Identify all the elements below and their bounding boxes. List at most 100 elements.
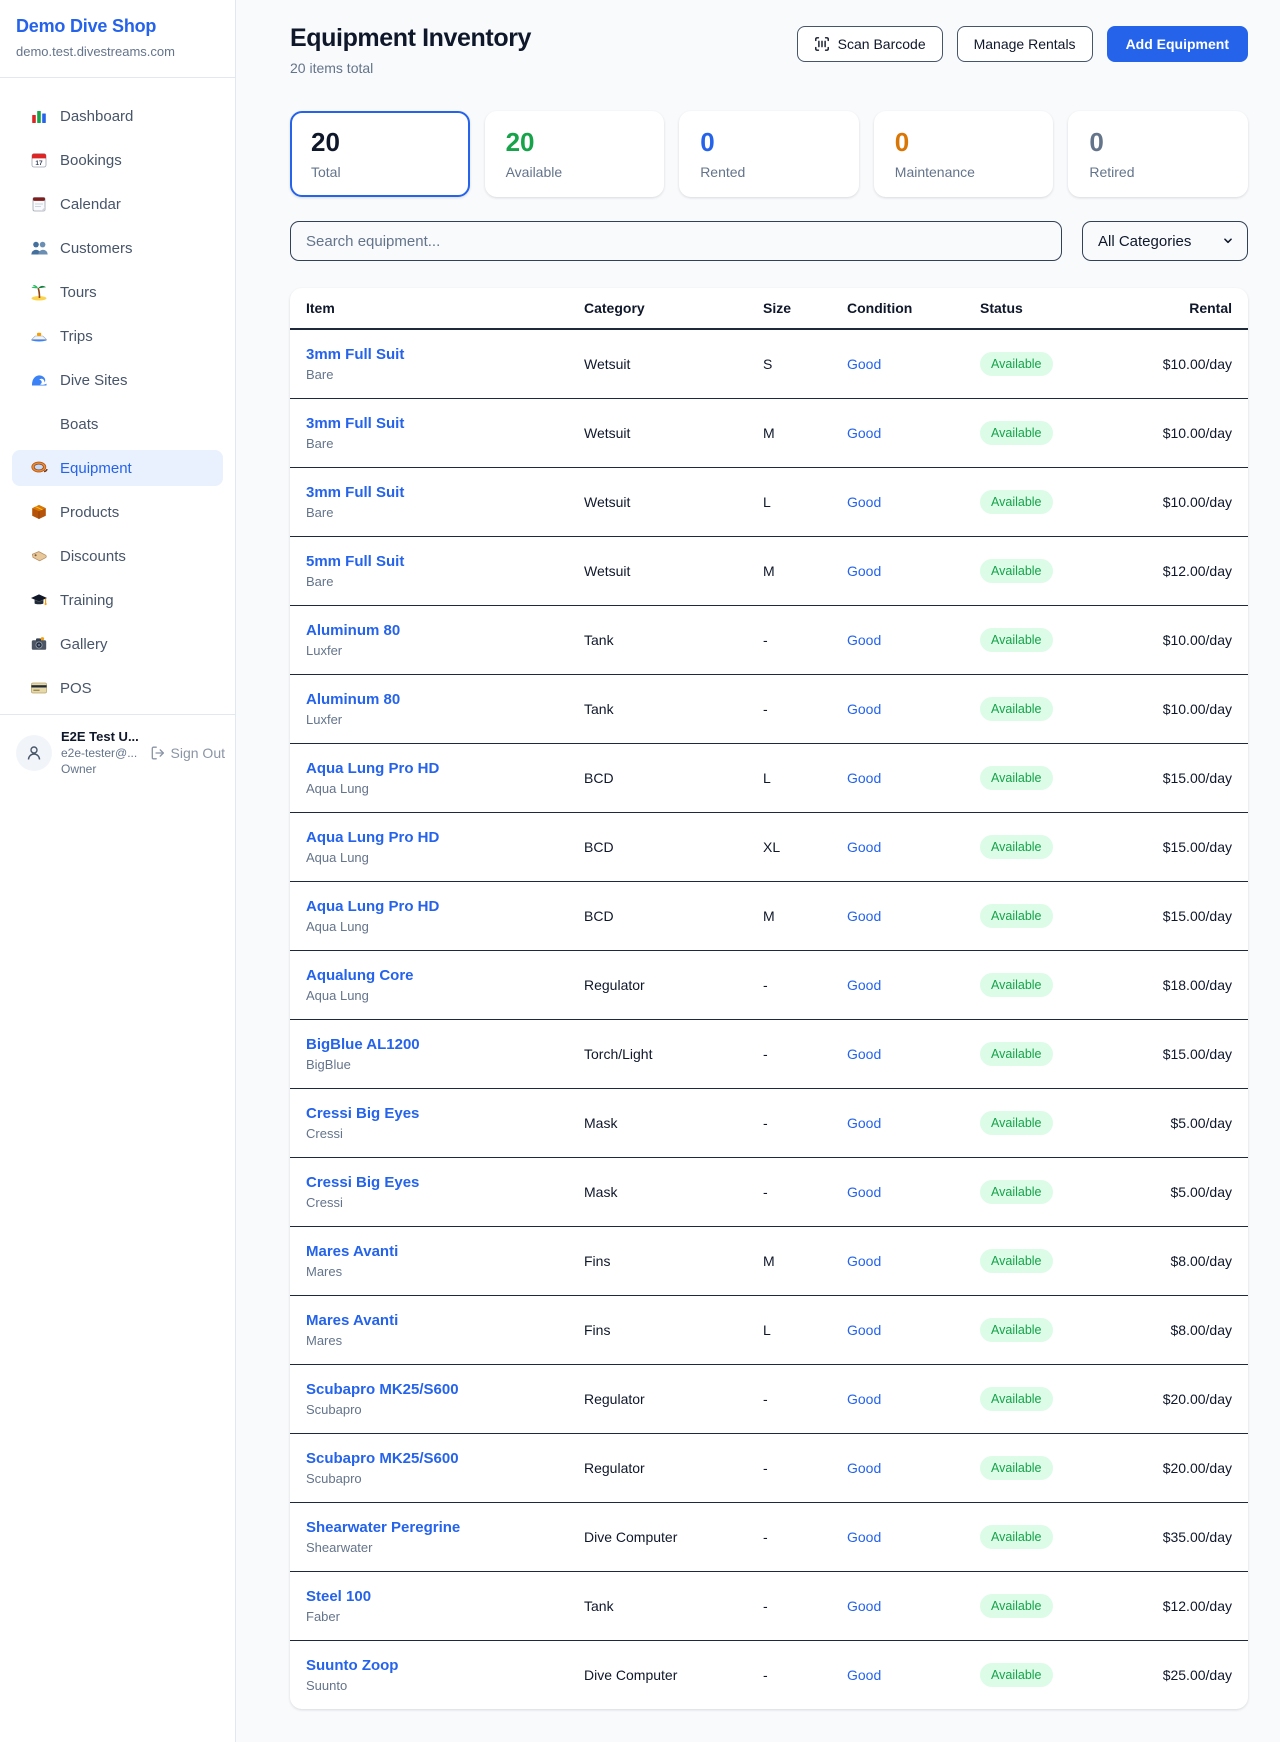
item-link[interactable]: 3mm Full Suit <box>306 346 404 363</box>
sidebar-item-trips[interactable]: Trips <box>12 318 223 354</box>
sidebar-item-boats[interactable]: Boats <box>12 406 223 442</box>
condition-cell: Good <box>847 1502 980 1571</box>
item-link[interactable]: Aqualung Core <box>306 967 414 984</box>
item-link[interactable]: 3mm Full Suit <box>306 484 404 501</box>
sidebar-item-calendar[interactable]: Calendar <box>12 186 223 222</box>
item-link[interactable]: Scubapro MK25/S600 <box>306 1381 459 1398</box>
user-section: E2E Test U... e2e-tester@... Owner Sign … <box>0 714 235 776</box>
sidebar-item-equipment[interactable]: Equipment <box>12 450 223 486</box>
condition-link[interactable]: Good <box>847 1184 881 1200</box>
condition-link[interactable]: Good <box>847 770 881 786</box>
stat-card-maintenance[interactable]: 0Maintenance <box>874 111 1054 197</box>
item-brand: Scubapro <box>306 1471 584 1486</box>
sidebar-item-label: Dashboard <box>60 108 133 125</box>
condition-link[interactable]: Good <box>847 1115 881 1131</box>
item-link[interactable]: Steel 100 <box>306 1588 371 1605</box>
item-link[interactable]: Aqua Lung Pro HD <box>306 898 439 915</box>
sidebar-item-customers[interactable]: Customers <box>12 230 223 266</box>
item-link[interactable]: Aluminum 80 <box>306 622 400 639</box>
condition-link[interactable]: Good <box>847 425 881 441</box>
size-cell: - <box>763 950 847 1019</box>
category-select[interactable]: All Categories <box>1082 221 1248 261</box>
equipment-table-card: ItemCategorySizeConditionStatusRental 3m… <box>290 288 1248 1709</box>
item-cell: BigBlue AL1200BigBlue <box>290 1019 584 1088</box>
search-input[interactable] <box>290 221 1062 261</box>
item-brand: Mares <box>306 1264 584 1279</box>
status-badge: Available <box>980 1180 1053 1204</box>
condition-link[interactable]: Good <box>847 839 881 855</box>
stat-card-total[interactable]: 20Total <box>290 111 470 197</box>
condition-link[interactable]: Good <box>847 494 881 510</box>
manage-rentals-label: Manage Rentals <box>974 36 1076 52</box>
condition-link[interactable]: Good <box>847 701 881 717</box>
condition-cell: Good <box>847 1433 980 1502</box>
scan-barcode-button[interactable]: Scan Barcode <box>797 26 943 62</box>
sidebar-item-training[interactable]: Training <box>12 582 223 618</box>
condition-cell: Good <box>847 743 980 812</box>
stat-card-rented[interactable]: 0Rented <box>679 111 859 197</box>
item-link[interactable]: Shearwater Peregrine <box>306 1519 460 1536</box>
item-cell: 3mm Full SuitBare <box>290 467 584 536</box>
condition-link[interactable]: Good <box>847 908 881 924</box>
item-link[interactable]: 3mm Full Suit <box>306 415 404 432</box>
item-link[interactable]: Mares Avanti <box>306 1312 398 1329</box>
sidebar-item-dashboard[interactable]: Dashboard <box>12 98 223 134</box>
condition-cell: Good <box>847 536 980 605</box>
status-badge: Available <box>980 352 1053 376</box>
condition-link[interactable]: Good <box>847 1529 881 1545</box>
sidebar-item-gallery[interactable]: Gallery <box>12 626 223 662</box>
sidebar-item-bookings[interactable]: 17Bookings <box>12 142 223 178</box>
column-header-condition: Condition <box>847 288 980 329</box>
item-link[interactable]: BigBlue AL1200 <box>306 1036 420 1053</box>
stat-card-retired[interactable]: 0Retired <box>1068 111 1248 197</box>
manage-rentals-button[interactable]: Manage Rentals <box>957 26 1093 62</box>
sidebar-item-discounts[interactable]: Discounts <box>12 538 223 574</box>
category-cell: Regulator <box>584 1433 763 1502</box>
condition-link[interactable]: Good <box>847 1253 881 1269</box>
item-link[interactable]: Scubapro MK25/S600 <box>306 1450 459 1467</box>
condition-link[interactable]: Good <box>847 1322 881 1338</box>
person-icon <box>24 743 44 763</box>
condition-link[interactable]: Good <box>847 1046 881 1062</box>
item-link[interactable]: Aqua Lung Pro HD <box>306 760 439 777</box>
condition-link[interactable]: Good <box>847 563 881 579</box>
condition-link[interactable]: Good <box>847 1391 881 1407</box>
condition-link[interactable]: Good <box>847 632 881 648</box>
status-badge: Available <box>980 1594 1053 1618</box>
sidebar-item-dive-sites[interactable]: Dive Sites <box>12 362 223 398</box>
sidebar-item-products[interactable]: Products <box>12 494 223 530</box>
item-link[interactable]: Mares Avanti <box>306 1243 398 1260</box>
sidebar-item-label: Trips <box>60 328 93 345</box>
stat-card-available[interactable]: 20Available <box>485 111 665 197</box>
condition-link[interactable]: Good <box>847 1460 881 1476</box>
size-cell: XL <box>763 812 847 881</box>
sidebar-item-label: Tours <box>60 284 97 301</box>
condition-cell: Good <box>847 1640 980 1709</box>
stat-value: 0 <box>700 128 838 156</box>
item-link[interactable]: Aqua Lung Pro HD <box>306 829 439 846</box>
status-cell: Available <box>980 812 1132 881</box>
add-equipment-button[interactable]: Add Equipment <box>1107 26 1248 62</box>
brand-name[interactable]: Demo Dive Shop <box>16 16 219 37</box>
sidebar-nav: Dashboard 17Bookings Calendar Customers Tour… <box>0 78 235 706</box>
sign-out-button[interactable]: Sign Out <box>150 745 225 761</box>
size-cell: - <box>763 674 847 743</box>
condition-link[interactable]: Good <box>847 977 881 993</box>
category-cell: Fins <box>584 1295 763 1364</box>
palm-tree-icon <box>30 283 48 301</box>
sidebar-item-label: Bookings <box>60 152 122 169</box>
category-cell: Mask <box>584 1088 763 1157</box>
condition-link[interactable]: Good <box>847 1598 881 1614</box>
add-equipment-label: Add Equipment <box>1126 36 1229 52</box>
sidebar-item-tours[interactable]: Tours <box>12 274 223 310</box>
item-link[interactable]: Aluminum 80 <box>306 691 400 708</box>
item-link[interactable]: 5mm Full Suit <box>306 553 404 570</box>
condition-link[interactable]: Good <box>847 356 881 372</box>
sidebar-item-pos[interactable]: POS <box>12 670 223 706</box>
item-link[interactable]: Suunto Zoop <box>306 1657 398 1674</box>
item-link[interactable]: Cressi Big Eyes <box>306 1105 419 1122</box>
item-cell: 3mm Full SuitBare <box>290 329 584 398</box>
item-link[interactable]: Cressi Big Eyes <box>306 1174 419 1191</box>
condition-link[interactable]: Good <box>847 1667 881 1683</box>
status-cell: Available <box>980 950 1132 1019</box>
